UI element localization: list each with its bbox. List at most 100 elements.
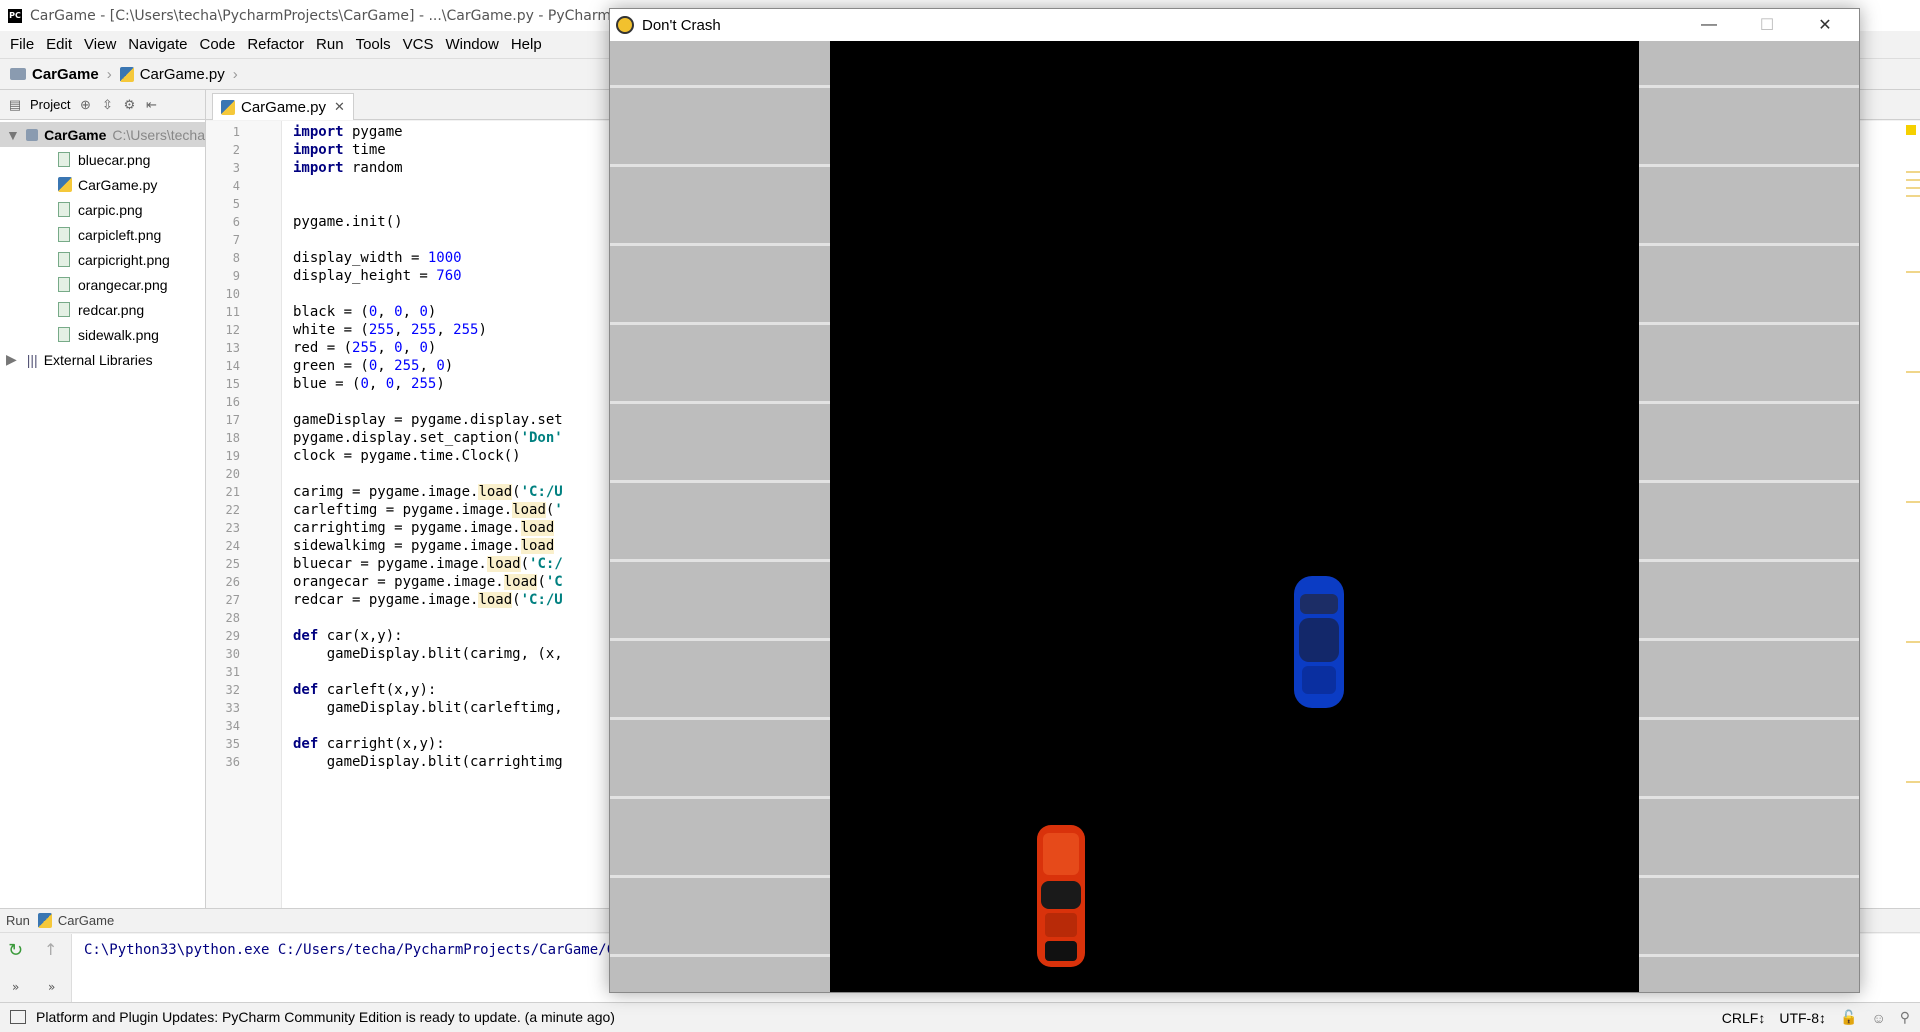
menu-tools[interactable]: Tools xyxy=(350,36,397,53)
sidewalk-slab-line xyxy=(1639,164,1859,167)
folder-icon xyxy=(10,68,26,80)
hide-panel-icon[interactable]: ⇤ xyxy=(144,97,158,112)
toggle-tool-windows-icon[interactable] xyxy=(10,1010,26,1024)
tree-root-path: C:\Users\techa xyxy=(112,126,205,143)
tree-file-item[interactable]: CarGame.py xyxy=(0,172,205,197)
menu-run[interactable]: Run xyxy=(310,36,350,53)
more-icon[interactable]: » xyxy=(12,980,19,994)
menu-help[interactable]: Help xyxy=(505,36,548,53)
game-window-title-bar[interactable]: Don't Crash — ☐ ✕ xyxy=(610,9,1859,41)
menu-vcs[interactable]: VCS xyxy=(397,36,440,53)
project-view-icon: ▤ xyxy=(8,96,22,112)
gear-icon[interactable]: ⚙ xyxy=(122,97,136,112)
external-libraries-item[interactable]: ▶ ||| External Libraries xyxy=(0,347,205,372)
sidewalk-slab-line xyxy=(610,875,830,878)
sidewalk-slab-line xyxy=(610,322,830,325)
expand-arrow-icon[interactable]: ▶ xyxy=(6,351,17,368)
sidewalk-right xyxy=(1639,41,1859,992)
inspector-icon[interactable]: ☺ xyxy=(1871,1010,1885,1026)
tree-file-item[interactable]: bluecar.png xyxy=(0,147,205,172)
file-name: sidewalk.png xyxy=(78,326,159,343)
sidewalk-slab-line xyxy=(610,796,830,799)
image-file-icon xyxy=(58,302,70,317)
pycharm-logo-icon: PC xyxy=(8,8,22,23)
python-file-icon xyxy=(221,99,235,115)
status-right: CRLF↕ UTF-8↕ 🔓 ☺ ⚲ xyxy=(1722,1003,1920,1032)
search-icon[interactable]: ⚲ xyxy=(1900,1009,1910,1026)
sidewalk-slab-line xyxy=(1639,85,1859,88)
stripe-mark xyxy=(1906,195,1920,197)
menu-edit[interactable]: Edit xyxy=(40,36,78,53)
sidewalk-slab-line xyxy=(1639,243,1859,246)
stripe-mark xyxy=(1906,371,1920,373)
run-toolbar: ↻ ↑ » » xyxy=(0,934,72,1003)
image-file-icon xyxy=(58,152,70,167)
file-name: redcar.png xyxy=(78,301,145,318)
game-window[interactable]: Don't Crash — ☐ ✕ xyxy=(609,8,1860,993)
stop-icon[interactable]: ↑ xyxy=(44,940,57,959)
stripe-mark xyxy=(1906,641,1920,643)
minimize-button[interactable]: — xyxy=(1680,9,1738,41)
sidewalk-slab-line xyxy=(610,638,830,641)
close-button[interactable]: ✕ xyxy=(1796,9,1854,41)
status-message[interactable]: Platform and Plugin Updates: PyCharm Com… xyxy=(36,1009,615,1025)
tab-cargame-py[interactable]: CarGame.py ✕ xyxy=(212,93,354,120)
tree-root-name: CarGame xyxy=(44,126,107,143)
file-name: carpicleft.png xyxy=(78,226,162,243)
encoding-selector[interactable]: UTF-8↕ xyxy=(1779,1010,1826,1026)
folder-icon xyxy=(25,128,39,141)
project-view-dropdown[interactable]: Project xyxy=(30,97,70,112)
external-libraries-label: External Libraries xyxy=(43,351,153,368)
file-name: bluecar.png xyxy=(78,151,151,168)
error-stripe xyxy=(1903,121,1920,908)
breadcrumb-project[interactable]: CarGame xyxy=(32,66,99,83)
sidewalk-slab-line xyxy=(610,85,830,88)
stripe-mark xyxy=(1906,781,1920,783)
breadcrumb-file[interactable]: CarGame.py xyxy=(140,66,225,83)
tree-file-item[interactable]: sidewalk.png xyxy=(0,322,205,347)
stripe-mark xyxy=(1906,187,1920,189)
line-separator-selector[interactable]: CRLF↕ xyxy=(1722,1010,1766,1026)
tree-root-item[interactable]: ▼ CarGame C:\Users\techa xyxy=(0,122,205,147)
collapse-icon[interactable]: ⇳ xyxy=(100,97,114,112)
file-name: carpicright.png xyxy=(78,251,170,268)
run-config-name[interactable]: CarGame xyxy=(58,913,114,928)
tree-file-item[interactable]: carpicright.png xyxy=(0,247,205,272)
code-text: gameDisplay.blit(carrightimg xyxy=(293,754,563,770)
tab-label: CarGame.py xyxy=(241,98,327,116)
maximize-button[interactable]: ☐ xyxy=(1738,9,1796,41)
more-icon[interactable]: » xyxy=(48,980,55,994)
sidewalk-slab-line xyxy=(1639,322,1859,325)
chevron-right-icon: › xyxy=(106,65,112,83)
python-file-icon xyxy=(58,177,72,192)
sidewalk-slab-line xyxy=(1639,638,1859,641)
menu-navigate[interactable]: Navigate xyxy=(122,36,193,53)
menu-refactor[interactable]: Refactor xyxy=(241,36,310,53)
game-canvas[interactable] xyxy=(610,41,1859,992)
close-tab-icon[interactable]: ✕ xyxy=(334,99,345,115)
image-file-icon xyxy=(58,202,70,217)
tree-file-item[interactable]: redcar.png xyxy=(0,297,205,322)
tree-file-item[interactable]: orangecar.png xyxy=(0,272,205,297)
image-file-icon xyxy=(58,227,70,242)
status-bar: Platform and Plugin Updates: PyCharm Com… xyxy=(0,1002,1920,1031)
locate-icon[interactable]: ⊕ xyxy=(78,97,92,112)
python-file-icon xyxy=(37,913,52,928)
menu-window[interactable]: Window xyxy=(439,36,504,53)
menu-file[interactable]: File xyxy=(4,36,40,53)
pygame-snake-icon xyxy=(616,16,634,34)
menu-view[interactable]: View xyxy=(78,36,122,53)
menu-code[interactable]: Code xyxy=(193,36,241,53)
sidewalk-slab-line xyxy=(1639,717,1859,720)
blue-car xyxy=(1294,576,1344,708)
lock-icon[interactable]: 🔓 xyxy=(1840,1009,1857,1026)
rerun-icon[interactable]: ↻ xyxy=(8,940,23,961)
expand-arrow-icon[interactable]: ▼ xyxy=(6,127,20,143)
stripe-mark xyxy=(1906,171,1920,173)
stripe-mark xyxy=(1906,179,1920,181)
tree-file-item[interactable]: carpicleft.png xyxy=(0,222,205,247)
project-panel: ▤ Project ⊕ ⇳ ⚙ ⇤ ▼ CarGame C:\Users\tec… xyxy=(0,90,206,908)
project-toolbar: ▤ Project ⊕ ⇳ ⚙ ⇤ xyxy=(0,90,205,120)
sidewalk-slab-line xyxy=(1639,796,1859,799)
tree-file-item[interactable]: carpic.png xyxy=(0,197,205,222)
